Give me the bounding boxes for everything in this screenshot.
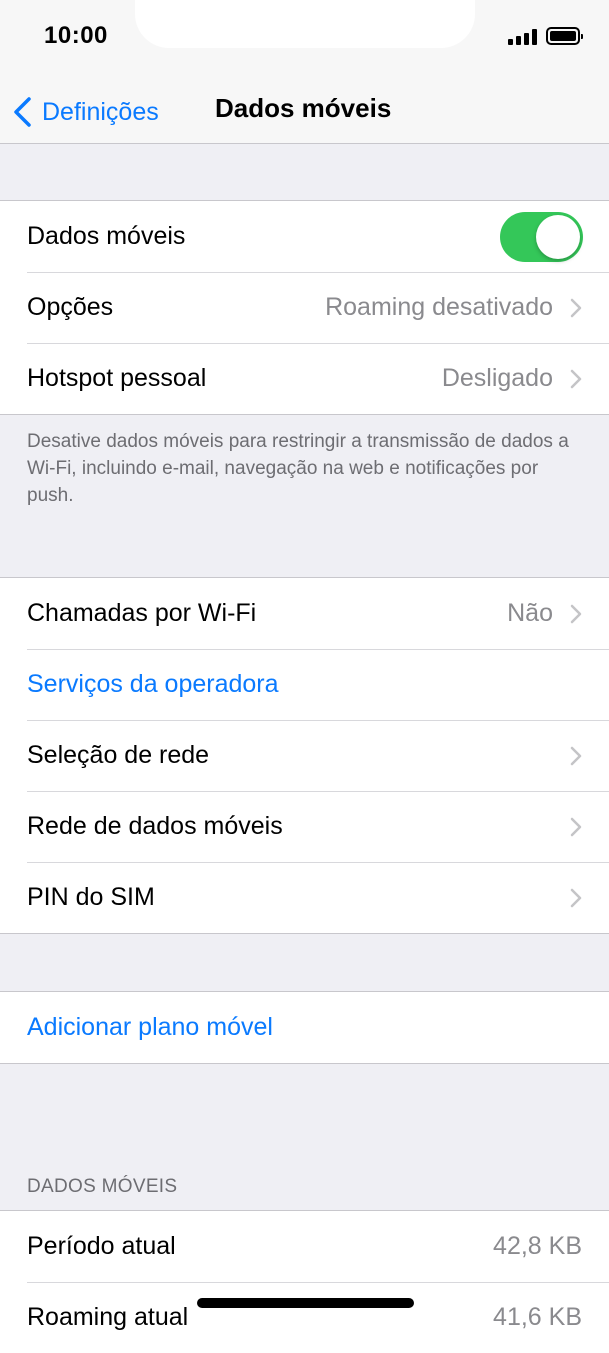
notch xyxy=(135,0,475,48)
cellular-data-group: Dados móveis Opções Roaming desativado H… xyxy=(0,200,609,415)
current-period-label: Período atual xyxy=(27,1232,176,1260)
add-cellular-plan-row[interactable]: Adicionar plano móvel xyxy=(0,992,609,1063)
current-roaming-value: 41,6 KB xyxy=(493,1303,582,1331)
page-title: Dados móveis xyxy=(215,93,392,123)
network-selection-row[interactable]: Seleção de rede xyxy=(0,720,609,791)
chevron-right-icon xyxy=(570,746,582,765)
current-period-row: Período atual 42,8 KB xyxy=(0,1211,609,1282)
cellular-signal-icon xyxy=(508,29,540,45)
chevron-right-icon xyxy=(570,817,582,836)
personal-hotspot-value: Desligado xyxy=(441,364,553,392)
wifi-calling-label: Chamadas por Wi-Fi xyxy=(27,599,257,627)
usage-section-header: DADOS MÓVEIS xyxy=(27,1176,178,1197)
carrier-settings-group: Chamadas por Wi-Fi Não Serviços da opera… xyxy=(0,577,609,934)
carrier-services-link: Serviços da operadora xyxy=(27,670,279,698)
carrier-services-row[interactable]: Serviços da operadora xyxy=(0,649,609,720)
add-cellular-plan-link: Adicionar plano móvel xyxy=(27,1013,273,1041)
chevron-right-icon xyxy=(570,604,582,623)
options-value: Roaming desativado xyxy=(325,293,553,321)
cellular-data-network-row[interactable]: Rede de dados móveis xyxy=(0,791,609,862)
navigation-bar: Definições Dados móveis xyxy=(0,80,609,144)
current-roaming-label: Roaming atual xyxy=(27,1303,189,1331)
cellular-data-row: Dados móveis xyxy=(0,201,609,272)
current-roaming-row: Roaming atual 41,6 KB xyxy=(0,1282,609,1353)
cellular-data-footer-note: Desative dados móveis para restringir a … xyxy=(27,431,569,506)
back-button[interactable]: Definições xyxy=(12,92,159,132)
network-selection-label: Seleção de rede xyxy=(27,741,210,769)
status-bar: 10:00 xyxy=(0,0,609,80)
wifi-calling-row[interactable]: Chamadas por Wi-Fi Não xyxy=(0,578,609,649)
sim-pin-label: PIN do SIM xyxy=(27,883,155,911)
chevron-right-icon xyxy=(570,298,582,317)
options-label: Opções xyxy=(27,293,114,321)
wifi-calling-value: Não xyxy=(507,599,553,627)
back-button-label: Definições xyxy=(42,97,159,126)
current-period-value: 42,8 KB xyxy=(493,1232,582,1260)
chevron-right-icon xyxy=(570,369,582,388)
cellular-data-network-label: Rede de dados móveis xyxy=(27,812,283,840)
chevron-right-icon xyxy=(570,888,582,907)
personal-hotspot-row[interactable]: Hotspot pessoal Desligado xyxy=(0,343,609,414)
options-row[interactable]: Opções Roaming desativado xyxy=(0,272,609,343)
personal-hotspot-label: Hotspot pessoal xyxy=(27,364,207,392)
usage-group: Período atual 42,8 KB Roaming atual 41,6… xyxy=(0,1210,609,1353)
add-plan-group: Adicionar plano móvel xyxy=(0,991,609,1064)
home-indicator[interactable] xyxy=(197,1298,414,1308)
sim-pin-row[interactable]: PIN do SIM xyxy=(0,862,609,933)
battery-icon xyxy=(546,27,583,45)
cellular-data-toggle[interactable] xyxy=(500,211,583,262)
chevron-left-icon xyxy=(14,97,31,127)
cellular-data-label: Dados móveis xyxy=(27,222,186,250)
status-time: 10:00 xyxy=(44,22,108,49)
